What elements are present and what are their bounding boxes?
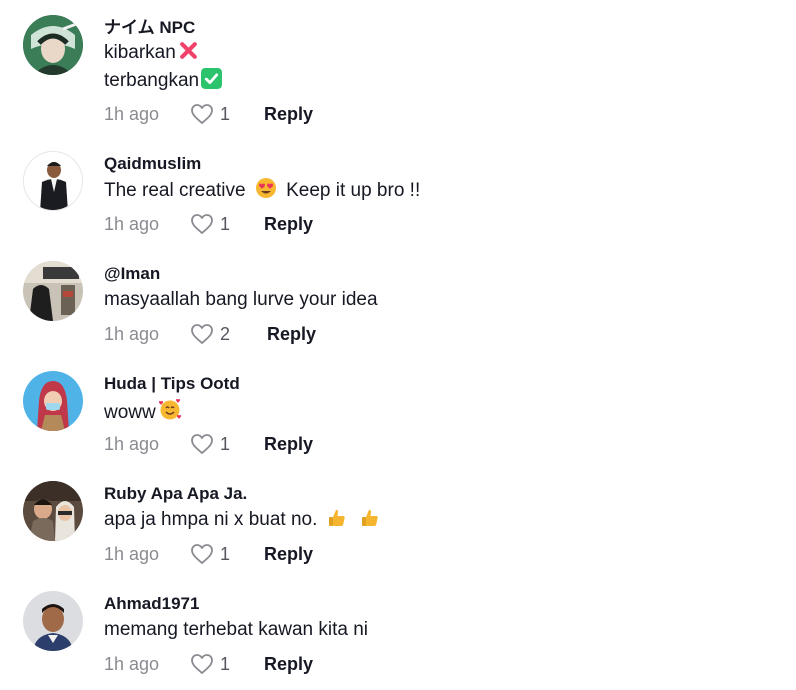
comment-text-line: kibarkan [104,42,176,63]
avatar[interactable] [23,481,83,541]
like-count: 1 [220,103,231,124]
check-mark-emoji-icon [201,68,223,89]
like-count: 2 [220,323,231,344]
comment-meta: 1h ago 1 Reply [104,102,313,126]
like-count: 1 [220,653,231,674]
comment-text-line: The real creative [104,180,246,201]
like-count: 1 [220,433,231,454]
comment-meta: 1h ago 1 Reply [104,652,313,676]
comment-meta: 1h ago 1 Reply [104,542,313,566]
comment-time: 1h ago [104,433,160,454]
comment-time: 1h ago [104,213,160,234]
comment-text-line: apa ja hmpa ni x buat no. [104,509,318,530]
avatar[interactable] [23,261,83,321]
like-button[interactable]: 2 [190,323,244,345]
like-button[interactable]: 1 [190,213,244,235]
comment-username[interactable]: Ahmad1971 [104,594,199,614]
comment-meta: 1h ago 1 Reply [104,432,313,456]
heart-icon [191,654,213,674]
comment-time: 1h ago [104,103,160,124]
comment-time: 1h ago [104,543,160,564]
comment-text-line: terbangkan [104,70,200,91]
like-button[interactable]: 1 [190,103,244,125]
smiling-face-with-hearts-emoji-icon [158,397,182,421]
comment-text: masyaallah bang lurve your idea [104,287,378,313]
avatar[interactable] [23,15,83,75]
comment-time: 1h ago [104,323,160,344]
comment-username[interactable]: Qaidmuslim [104,154,201,174]
comment-text-line: Keep it up bro !! [286,180,421,201]
thumbs-up-emoji-icon [327,508,347,528]
comment-text: woww [104,397,182,426]
heart-icon [191,324,213,344]
comment-username[interactable]: @Iman [104,264,160,284]
comment-username[interactable]: ナイム NPC [104,18,195,38]
avatar[interactable] [23,591,83,651]
comment-meta: 1h ago 1 Reply [104,212,313,236]
comment-text-line: woww [104,402,156,423]
comment-text: memang terhebat kawan kita ni [104,617,368,643]
comment-meta: 1h ago 2 Reply [104,322,316,346]
comment-text: The real creative Keep it up bro !! [104,177,420,204]
heart-icon [191,214,213,234]
comment-text-line: memang terhebat kawan kita ni [104,619,369,640]
avatar[interactable] [23,151,83,211]
like-button[interactable]: 1 [190,433,244,455]
comment-text-line: masyaallah bang lurve your idea [104,289,378,310]
heart-eyes-emoji-icon [255,177,277,199]
reply-button[interactable]: Reply [264,214,313,235]
thumbs-up-emoji-icon [360,508,380,528]
reply-button[interactable]: Reply [264,434,313,455]
avatar[interactable] [23,371,83,431]
reply-button[interactable]: Reply [264,544,313,565]
comment-text: terbangkan [104,68,223,94]
like-count: 1 [220,543,231,564]
like-button[interactable]: 1 [190,653,244,675]
reply-button[interactable]: Reply [264,104,313,125]
like-button[interactable]: 1 [190,543,244,565]
comment-text: apa ja hmpa ni x buat no. [104,507,380,533]
comment-username[interactable]: Huda | Tips Ootd [104,374,240,394]
comment-time: 1h ago [104,653,160,674]
comment-text: kibarkan [104,40,199,66]
heart-icon [191,434,213,454]
heart-icon [191,544,213,564]
reply-button[interactable]: Reply [264,654,313,675]
cross-mark-emoji-icon [178,40,199,61]
like-count: 1 [220,213,231,234]
reply-button[interactable]: Reply [267,324,316,345]
heart-icon [191,104,213,124]
comment-username[interactable]: Ruby Apa Apa Ja. [104,484,247,504]
